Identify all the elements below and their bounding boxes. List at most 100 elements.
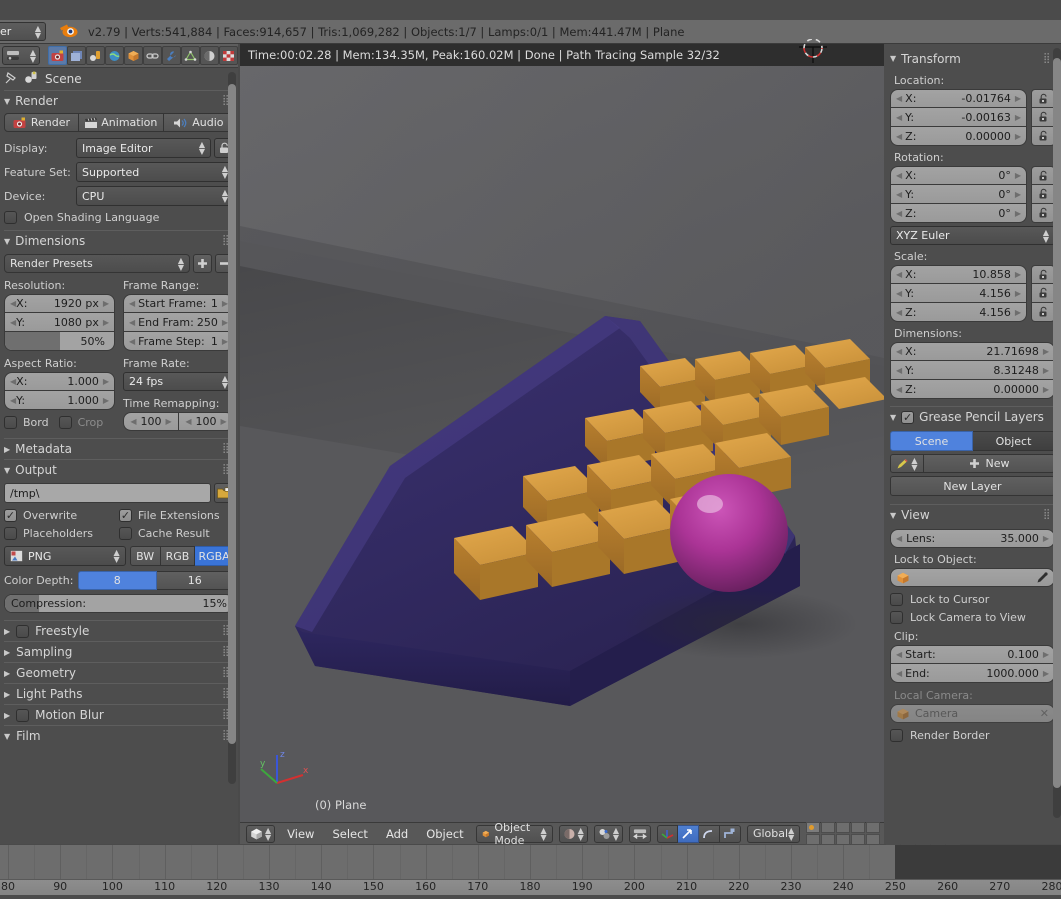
- lock-scale-z-button[interactable]: [1031, 303, 1055, 322]
- manipulator-extra-button[interactable]: [719, 824, 741, 843]
- dimension-y-field[interactable]: ◀ Y: 8.31248 ▶: [890, 361, 1055, 380]
- panel-header-sampling[interactable]: ▶ Sampling: [4, 641, 234, 662]
- render-border-toggle[interactable]: Render Border: [890, 729, 1055, 742]
- layer-cell[interactable]: [851, 822, 866, 833]
- color-mode-rgb[interactable]: RGB: [160, 546, 196, 566]
- lock-rotation-x-button[interactable]: [1031, 166, 1055, 185]
- render-button[interactable]: Render: [4, 113, 79, 132]
- overwrite-toggle[interactable]: Overwrite: [4, 509, 119, 522]
- manipulator-button-group[interactable]: [656, 824, 741, 843]
- left-arrow-icon[interactable]: ◀: [896, 132, 902, 141]
- right-arrow-icon[interactable]: ▶: [221, 417, 227, 426]
- panel-header-render[interactable]: ▼ Render: [4, 90, 234, 111]
- lock-scale-y-button[interactable]: [1031, 284, 1055, 303]
- rotation-z-field[interactable]: ◀ Z: 0° ▶: [890, 204, 1027, 223]
- left-arrow-icon[interactable]: ◀: [896, 534, 902, 543]
- panel-header-film[interactable]: ▼ Film: [4, 725, 234, 746]
- properties-tab-texture[interactable]: [219, 46, 238, 65]
- layer-cell[interactable]: [851, 834, 866, 845]
- left-arrow-icon[interactable]: ◀: [129, 337, 135, 346]
- render-buttons-row[interactable]: Render Animation Audio: [4, 113, 235, 132]
- gp-source-scene-button[interactable]: Scene: [890, 431, 973, 451]
- right-arrow-icon[interactable]: ▶: [1043, 650, 1049, 659]
- pivot-point-dropdown[interactable]: ▲ ▼: [593, 824, 623, 843]
- left-arrow-icon[interactable]: ◀: [129, 318, 135, 327]
- lock-scale-x-button[interactable]: [1031, 265, 1055, 284]
- osl-checkbox[interactable]: [4, 211, 17, 224]
- rotation-mode-dropdown[interactable]: XYZ Euler ▲ ▼: [890, 226, 1055, 245]
- properties-tab-constraints[interactable]: [143, 46, 162, 65]
- left-arrow-icon[interactable]: ◀: [896, 669, 902, 678]
- scale-y-field[interactable]: ◀ Y: 4.156 ▶: [890, 284, 1027, 303]
- freestyle-checkbox[interactable]: [16, 624, 30, 638]
- dimension-z-field[interactable]: ◀ Z: 0.00000 ▶: [890, 380, 1055, 399]
- right-arrow-icon[interactable]: ▶: [1015, 94, 1021, 103]
- local-camera-field[interactable]: Camera ✕: [890, 704, 1055, 723]
- overwrite-checkbox[interactable]: [4, 509, 17, 522]
- npanel-scrollbar-track[interactable]: [1053, 48, 1061, 818]
- editor-type-selector[interactable]: der ▲▼: [0, 22, 46, 41]
- npanel-scrollbar-thumb[interactable]: [1053, 58, 1061, 788]
- panel-header-light-paths[interactable]: ▶ Light Paths: [4, 683, 234, 704]
- right-arrow-icon[interactable]: ▶: [1015, 308, 1021, 317]
- panel-header-freestyle[interactable]: ▶ Freestyle: [4, 620, 234, 641]
- device-dropdown[interactable]: CPU ▲ ▼: [76, 186, 234, 206]
- render-presets-dropdown[interactable]: Render Presets ▲ ▼: [4, 254, 190, 273]
- cache-result-checkbox[interactable]: [119, 527, 132, 540]
- color-mode-toggle-group[interactable]: BW RGB RGBA: [129, 546, 234, 566]
- clip-end-field[interactable]: ◀ End: 1000.000 ▶: [890, 664, 1055, 683]
- panel-header-metadata[interactable]: ▶ Metadata: [4, 438, 234, 459]
- placeholders-checkbox[interactable]: [4, 527, 17, 540]
- rotation-x-field[interactable]: ◀ X: 0° ▶: [890, 166, 1027, 185]
- gp-new-layer-button[interactable]: New Layer: [890, 476, 1055, 496]
- location-x-field[interactable]: ◀ X: -0.01764 ▶: [890, 89, 1027, 108]
- cache-result-toggle[interactable]: Cache Result: [119, 527, 234, 540]
- border-checkbox[interactable]: [4, 416, 17, 429]
- left-arrow-icon[interactable]: ◀: [896, 94, 902, 103]
- crop-checkbox[interactable]: [58, 416, 72, 429]
- left-arrow-icon[interactable]: ◀: [129, 299, 135, 308]
- rotate-manipulator-button[interactable]: [677, 824, 699, 843]
- lock-to-cursor-checkbox[interactable]: [890, 593, 903, 606]
- audio-button[interactable]: Audio: [163, 113, 235, 132]
- color-depth-16[interactable]: 16: [156, 571, 234, 590]
- resolution-percentage-slider[interactable]: 50%: [4, 332, 115, 351]
- editor-type-selector-3dview[interactable]: ▲ ▼: [246, 824, 276, 843]
- time-remap-old-field[interactable]: ◀ 100 ▶: [123, 412, 179, 431]
- start-frame-field[interactable]: ◀ Start Frame: 1 ▶: [123, 294, 234, 313]
- menu-view[interactable]: View: [281, 827, 320, 841]
- right-arrow-icon[interactable]: ▶: [1015, 113, 1021, 122]
- lock-to-object-field[interactable]: [890, 568, 1055, 587]
- left-arrow-icon[interactable]: ◀: [896, 171, 902, 180]
- color-mode-bw[interactable]: BW: [129, 546, 161, 566]
- clip-start-field[interactable]: ◀ Start: 0.100 ▶: [890, 645, 1055, 664]
- right-arrow-icon[interactable]: ▶: [1015, 209, 1021, 218]
- location-y-field[interactable]: ◀ Y: -0.00163 ▶: [890, 108, 1027, 127]
- compression-slider[interactable]: Compression: 15%: [4, 594, 234, 613]
- translate-manipulator-button[interactable]: [656, 824, 678, 843]
- properties-tab-material[interactable]: [200, 46, 219, 65]
- layer-cell[interactable]: [866, 834, 881, 845]
- menu-object[interactable]: Object: [420, 827, 469, 841]
- lock-to-cursor-toggle[interactable]: Lock to Cursor: [890, 593, 1055, 606]
- panel-header-motion-blur[interactable]: ▶ Motion Blur: [4, 704, 234, 725]
- properties-tab-modifiers[interactable]: [162, 46, 181, 65]
- panel-header-geometry[interactable]: ▶ Geometry: [4, 662, 234, 683]
- panel-header-transform[interactable]: ▼ Transform: [890, 48, 1055, 69]
- right-arrow-icon[interactable]: ▶: [1043, 385, 1049, 394]
- left-arrow-icon[interactable]: ◀: [896, 308, 902, 317]
- end-frame-field[interactable]: ◀ End Fram: 250 ▶: [123, 313, 234, 332]
- left-arrow-icon[interactable]: ◀: [896, 289, 902, 298]
- right-arrow-icon[interactable]: ▶: [1015, 171, 1021, 180]
- osl-row[interactable]: Open Shading Language: [4, 211, 234, 224]
- right-arrow-icon[interactable]: ▶: [1015, 190, 1021, 199]
- properties-tab-object[interactable]: [124, 46, 143, 65]
- right-arrow-icon[interactable]: ▶: [1043, 669, 1049, 678]
- left-arrow-icon[interactable]: ◀: [896, 366, 902, 375]
- right-arrow-icon[interactable]: ▶: [103, 318, 109, 327]
- lock-rotation-y-button[interactable]: [1031, 185, 1055, 204]
- lock-location-z-button[interactable]: [1031, 127, 1055, 146]
- layer-cell[interactable]: [821, 834, 836, 845]
- right-arrow-icon[interactable]: ▶: [1043, 347, 1049, 356]
- properties-tab-strip[interactable]: [48, 46, 238, 65]
